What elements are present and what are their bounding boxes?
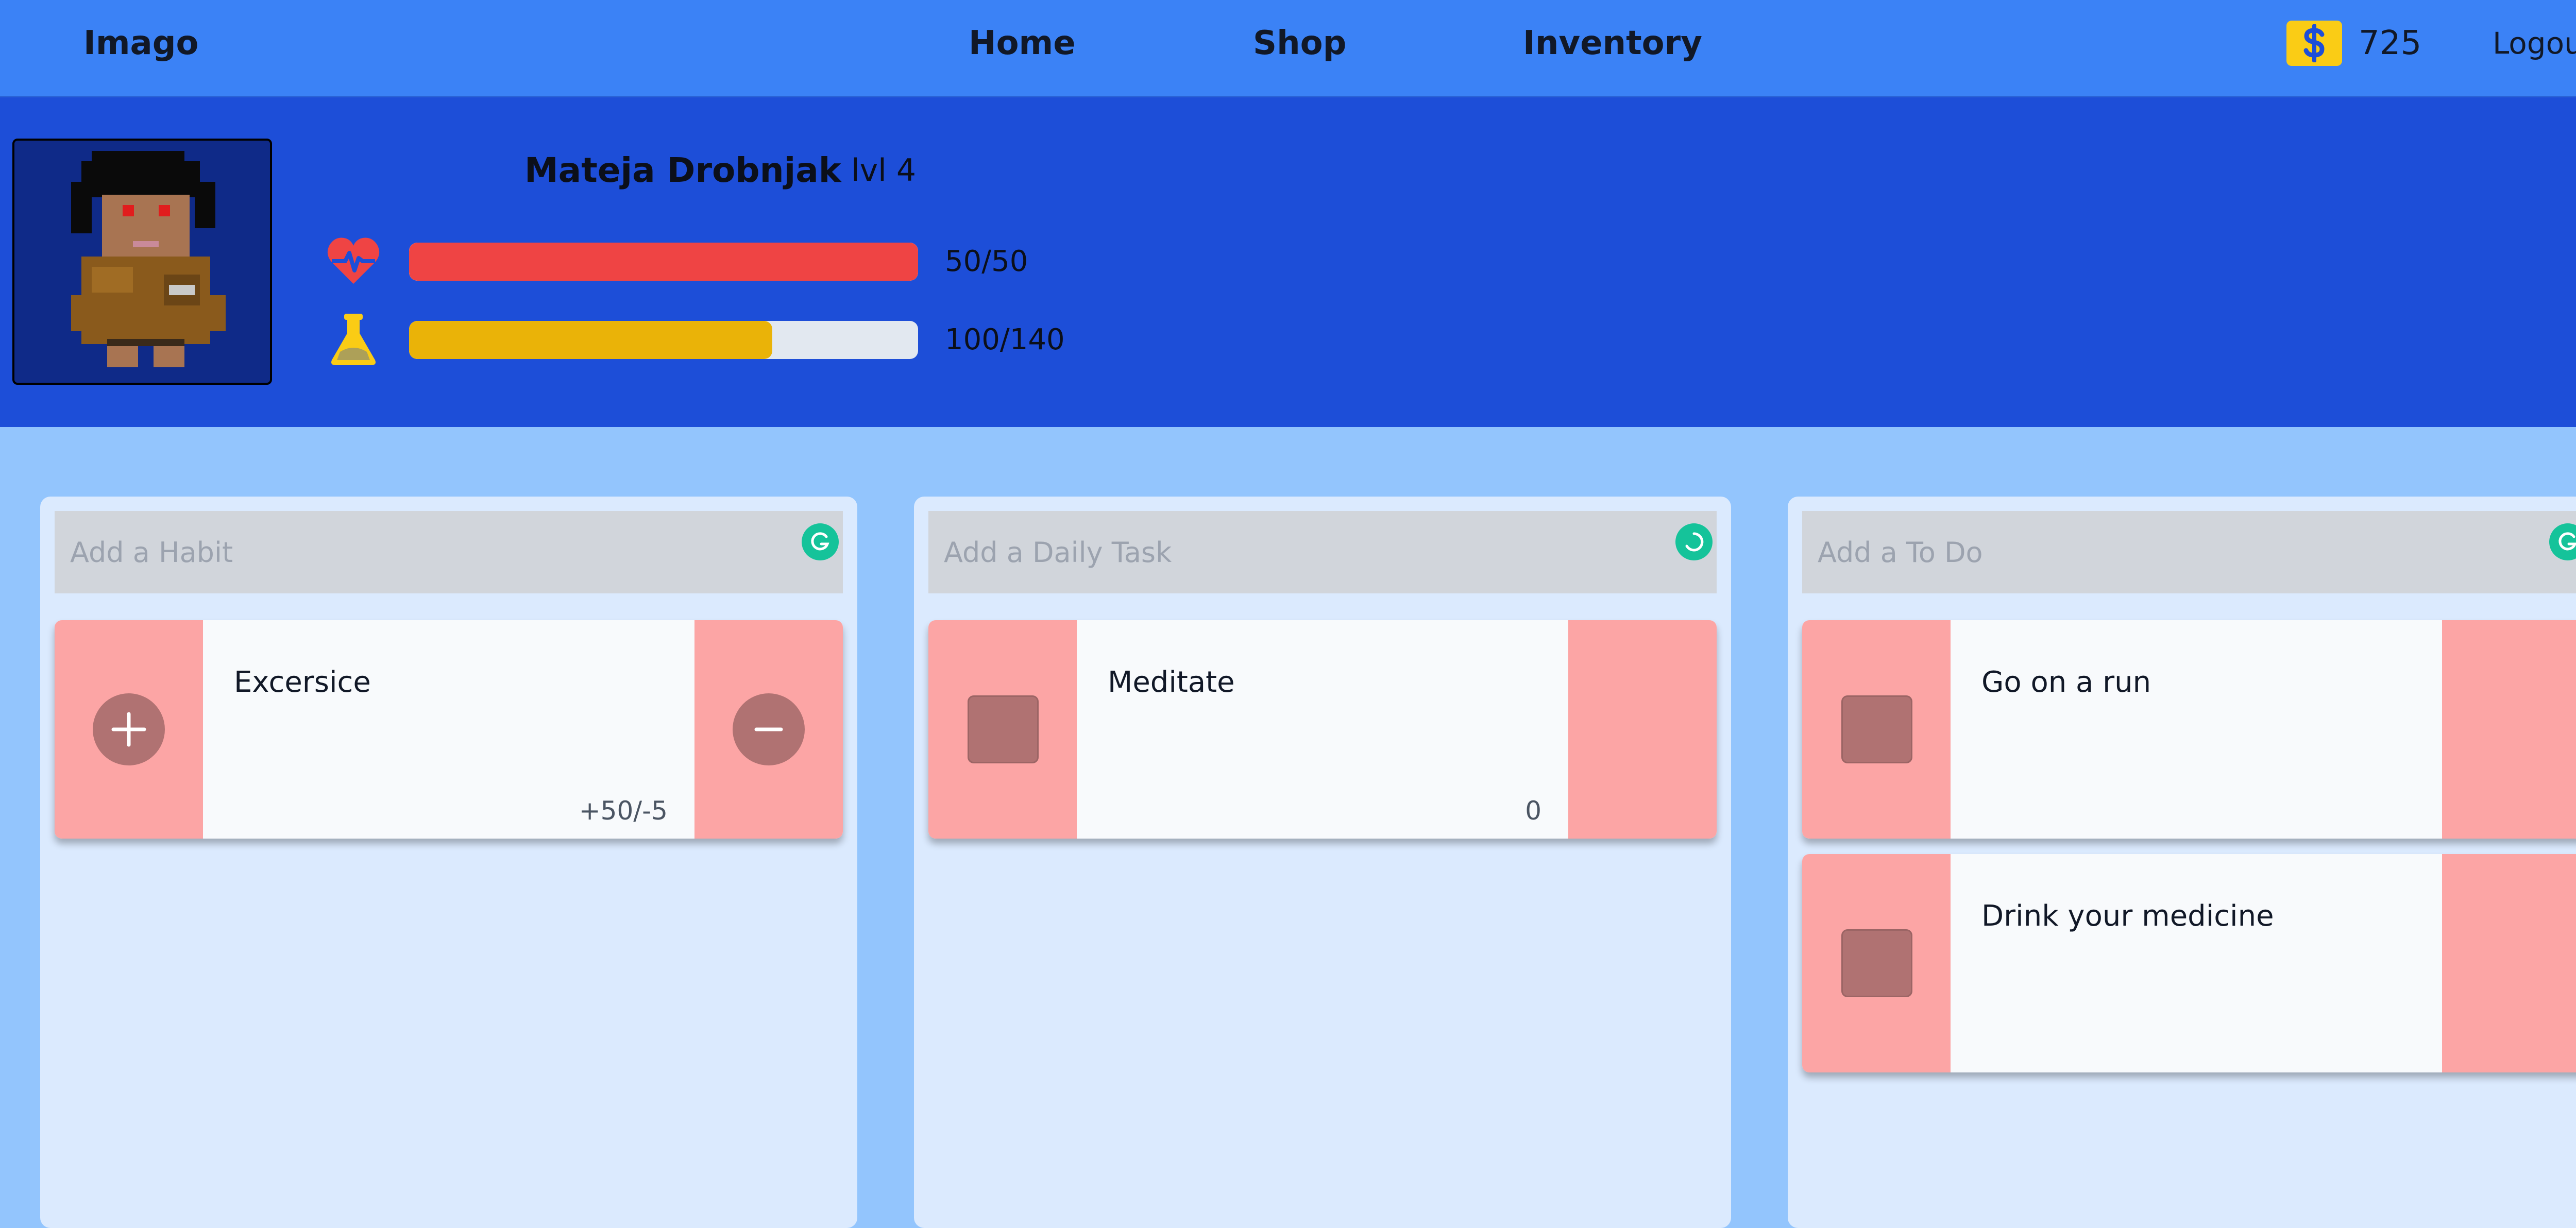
health-value: 50/50 [945, 245, 1028, 278]
experience-value: 100/140 [945, 323, 1065, 356]
habit-minus-button[interactable] [733, 693, 805, 765]
daily-task-streak: 0 [1525, 796, 1541, 826]
todo-title[interactable]: Go on a run [1981, 664, 2151, 701]
add-todo-input[interactable] [1802, 511, 2576, 593]
add-daily-task-input[interactable] [928, 511, 1717, 593]
habit-plus-button[interactable] [93, 693, 165, 765]
habits-column: Excersice +50/-5 [40, 497, 857, 1228]
player-level: lvl 4 [851, 152, 917, 189]
minus-icon [754, 727, 783, 731]
player-avatar [12, 139, 272, 385]
coin-count: 725 [2359, 24, 2422, 62]
player-name: Mateja Drobnjak [524, 150, 841, 190]
habit-score: +50/-5 [579, 796, 668, 826]
health-bar [409, 243, 918, 281]
grammarly-icon[interactable] [802, 523, 839, 560]
todo-card: Drink your medicine [1802, 854, 2576, 1072]
nav-inventory-link[interactable]: Inventory [1523, 23, 1702, 64]
top-navbar: Imago Home Shop Inventory 725 Logout [0, 0, 2576, 97]
daily-checkbox[interactable] [968, 695, 1039, 763]
health-bar-fill [409, 243, 918, 281]
logout-link[interactable]: Logout [2493, 23, 2576, 64]
habit-card: Excersice +50/-5 [55, 620, 843, 839]
grammarly-loading-icon[interactable] [1675, 523, 1713, 560]
plus-icon [111, 712, 146, 747]
todo-card: Go on a run [1802, 620, 2576, 839]
add-habit-input[interactable] [55, 511, 843, 593]
heart-pulse-icon [325, 232, 382, 290]
todo-side-panel [2442, 620, 2576, 839]
nav-home-link[interactable]: Home [969, 23, 1076, 64]
habit-positive-panel [55, 620, 203, 839]
flask-icon [325, 311, 382, 368]
player-header: Mateja Drobnjak lvl 4 50/50 100/140 [0, 97, 2576, 427]
daily-task-title[interactable]: Meditate [1108, 664, 1235, 701]
todo-side-panel [2442, 854, 2576, 1072]
daily-check-panel [928, 620, 1077, 839]
pixel-character-icon [71, 151, 226, 367]
todo-check-panel [1802, 620, 1951, 839]
habit-title[interactable]: Excersice [234, 664, 371, 701]
todo-title[interactable]: Drink your medicine [1981, 898, 2274, 934]
daily-task-card: Meditate 0 [928, 620, 1717, 839]
app-brand[interactable]: Imago [83, 23, 198, 64]
nav-shop-link[interactable]: Shop [1253, 23, 1346, 64]
todo-checkbox[interactable] [1841, 695, 1912, 763]
todo-checkbox[interactable] [1841, 929, 1912, 997]
habit-negative-panel [694, 620, 843, 839]
todos-column: Go on a run Drink your medicine [1788, 497, 2576, 1228]
daily-side-panel [1568, 620, 1717, 839]
dollar-coin-icon [2286, 21, 2342, 66]
dailies-column: Meditate 0 [914, 497, 1731, 1228]
experience-bar-fill [409, 321, 773, 359]
experience-bar [409, 321, 918, 359]
todo-check-panel [1802, 854, 1951, 1072]
